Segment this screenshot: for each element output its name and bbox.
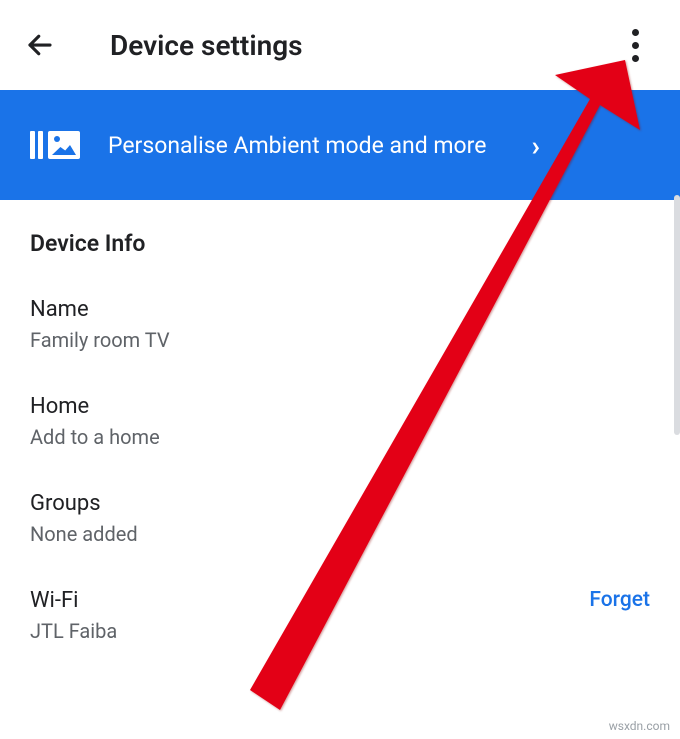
back-button[interactable] [20,25,60,65]
app-header: Device settings [0,0,680,90]
more-menu-icon [632,29,639,36]
setting-label: Home [30,394,160,419]
more-menu-button[interactable] [620,25,660,65]
scrollbar[interactable] [674,195,680,435]
chevron-right-icon: › [532,129,540,162]
setting-label: Name [30,297,170,322]
setting-value: Family room TV [30,328,170,352]
setting-value: None added [30,522,138,546]
ambient-icon [30,131,80,159]
more-menu-icon [632,42,639,49]
back-arrow-icon [25,30,55,60]
watermark: wsxdn.com [609,719,670,733]
setting-name[interactable]: Name Family room TV [30,297,650,352]
banner-text: Personalise Ambient mode and more [108,132,532,159]
setting-label: Wi-Fi [30,588,117,613]
section-title: Device Info [30,230,650,257]
page-title: Device settings [110,29,303,62]
setting-home[interactable]: Home Add to a home [30,394,650,449]
setting-label: Groups [30,491,138,516]
wifi-forget-button[interactable]: Forget [589,588,650,612]
content-area: Device Info Name Family room TV Home Add… [0,200,680,643]
setting-groups[interactable]: Groups None added [30,491,650,546]
setting-value: Add to a home [30,425,160,449]
setting-value: JTL Faiba [30,619,117,643]
setting-wifi[interactable]: Wi-Fi JTL Faiba Forget [30,588,650,643]
more-menu-icon [632,55,639,62]
ambient-mode-banner[interactable]: Personalise Ambient mode and more › [0,90,680,200]
